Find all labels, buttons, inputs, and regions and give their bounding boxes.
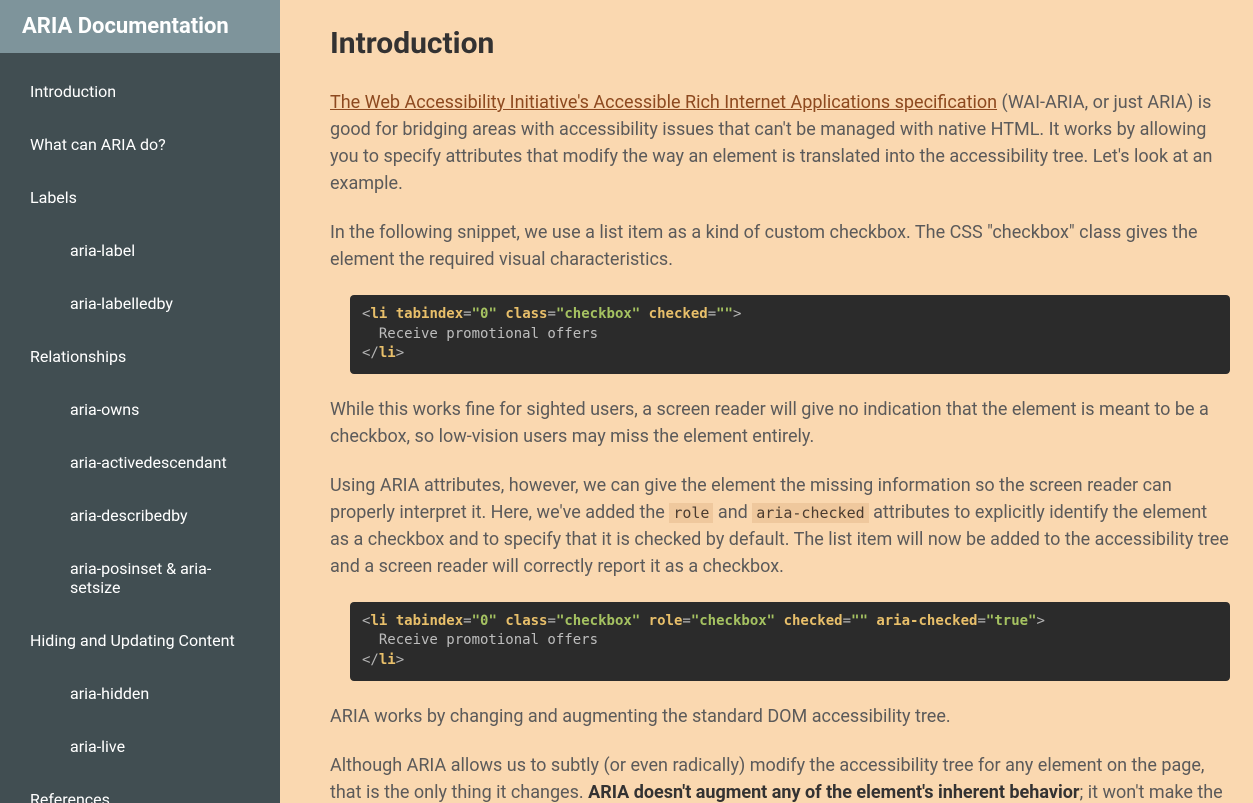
sidebar-item-aria-describedby[interactable]: aria-describedby bbox=[0, 489, 280, 542]
sidebar-item-aria-hidden[interactable]: aria-hidden bbox=[0, 667, 280, 720]
inline-code-aria-checked: aria-checked bbox=[752, 503, 868, 523]
sidebar-item-aria-owns[interactable]: aria-owns bbox=[0, 383, 280, 436]
intro-paragraph-1: The Web Accessibility Initiative's Acces… bbox=[330, 89, 1230, 197]
sidebar-item-introduction[interactable]: Introduction bbox=[0, 65, 280, 118]
code-example-1: <li tabindex="0" class="checkbox" checke… bbox=[350, 295, 1230, 374]
sidebar-item-aria-live[interactable]: aria-live bbox=[0, 720, 280, 773]
wai-aria-spec-link[interactable]: The Web Accessibility Initiative's Acces… bbox=[330, 92, 997, 113]
sidebar-title: ARIA Documentation bbox=[0, 0, 280, 53]
sidebar: ARIA Documentation IntroductionWhat can … bbox=[0, 0, 280, 803]
intro-paragraph-6: Although ARIA allows us to subtly (or ev… bbox=[330, 752, 1230, 803]
nav-list: IntroductionWhat can ARIA do?Labelsaria-… bbox=[0, 53, 280, 803]
intro-paragraph-4: Using ARIA attributes, however, we can g… bbox=[330, 472, 1230, 580]
sidebar-item-aria-posinset-setsize[interactable]: aria-posinset & aria-setsize bbox=[0, 542, 280, 614]
sidebar-item-references[interactable]: References bbox=[0, 773, 280, 803]
sidebar-item-relationships[interactable]: Relationships bbox=[0, 330, 280, 383]
inline-code-role: role bbox=[669, 503, 713, 523]
intro-paragraph-3: While this works fine for sighted users,… bbox=[330, 396, 1230, 450]
page-title: Introduction bbox=[330, 26, 1233, 61]
sidebar-item-what-can-aria-do[interactable]: What can ARIA do? bbox=[0, 118, 280, 171]
sidebar-item-aria-label[interactable]: aria-label bbox=[0, 224, 280, 277]
sidebar-item-hiding-updating-content[interactable]: Hiding and Updating Content bbox=[0, 614, 280, 667]
aria-behavior-strong: ARIA doesn't augment any of the element'… bbox=[588, 782, 1079, 803]
intro-paragraph-2: In the following snippet, we use a list … bbox=[330, 219, 1230, 273]
intro-paragraph-5: ARIA works by changing and augmenting th… bbox=[330, 703, 1230, 730]
sidebar-item-aria-activedescendant[interactable]: aria-activedescendant bbox=[0, 436, 280, 489]
sidebar-item-labels[interactable]: Labels bbox=[0, 171, 280, 224]
sidebar-item-aria-labelledby[interactable]: aria-labelledby bbox=[0, 277, 280, 330]
code-example-2: <li tabindex="0" class="checkbox" role="… bbox=[350, 602, 1230, 681]
content-area: Introduction The Web Accessibility Initi… bbox=[280, 0, 1253, 803]
